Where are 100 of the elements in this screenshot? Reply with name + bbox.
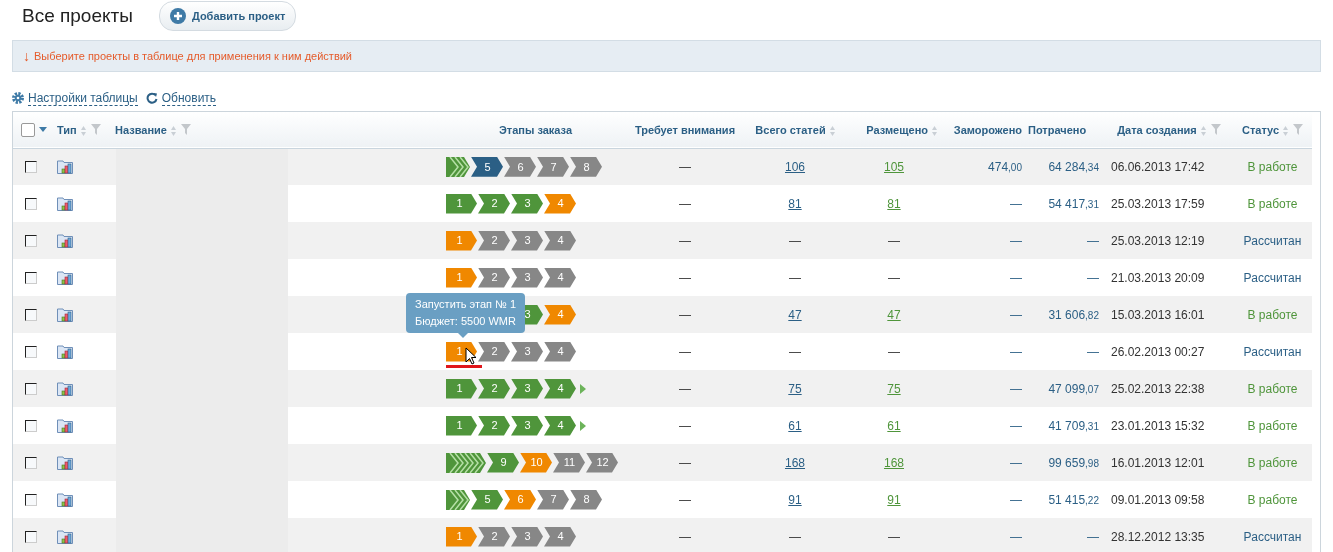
attention-text: — xyxy=(679,344,691,359)
status-text: В работе xyxy=(1247,381,1298,396)
stage-step[interactable]: 1 xyxy=(446,526,477,547)
stage-step[interactable]: 5 xyxy=(470,156,503,177)
stage-step[interactable]: 2 xyxy=(477,341,510,362)
folder-chart-icon xyxy=(57,492,73,507)
stage-step[interactable]: 6 xyxy=(503,489,536,510)
stage-step[interactable]: 3 xyxy=(510,341,543,362)
amount-text: — xyxy=(1010,492,1022,507)
row-checkbox[interactable] xyxy=(25,456,37,469)
add-project-button[interactable]: Добавить проект xyxy=(158,1,297,31)
stage-step[interactable]: 1 xyxy=(446,378,477,399)
column-header[interactable]: Статус xyxy=(1241,123,1280,136)
column-header: Потрачено xyxy=(1028,123,1087,136)
column-header[interactable]: Название xyxy=(115,123,167,136)
row-checkbox[interactable] xyxy=(25,197,37,210)
article-count-link[interactable]: 47 xyxy=(788,307,802,322)
toolbar-link[interactable]: Настройки таблицы xyxy=(28,90,138,106)
amount-text: 64 284,34 xyxy=(1048,159,1099,174)
refresh-icon[interactable] xyxy=(145,92,158,104)
placed-count: — xyxy=(888,270,900,285)
stage-step[interactable]: 2 xyxy=(477,526,510,547)
folder-chart-icon xyxy=(57,455,73,470)
stage-step[interactable]: 10 xyxy=(519,452,552,473)
stage-step[interactable]: 12 xyxy=(585,452,618,473)
stage-step[interactable]: 8 xyxy=(569,489,602,510)
status-text: Рассчитан xyxy=(1243,233,1302,248)
placed-count-link[interactable]: 91 xyxy=(887,492,901,507)
stage-step[interactable]: 3 xyxy=(510,526,543,547)
column-header[interactable]: Тип xyxy=(57,123,77,136)
row-checkbox[interactable] xyxy=(25,345,37,358)
stage-step[interactable]: 7 xyxy=(536,156,569,177)
stage-step[interactable]: 4 xyxy=(543,304,576,325)
settings-icon[interactable] xyxy=(12,92,24,104)
stage-step[interactable]: 7 xyxy=(536,489,569,510)
row-checkbox[interactable] xyxy=(25,308,37,321)
placed-count-link[interactable]: 105 xyxy=(884,159,904,174)
article-count-link[interactable]: 91 xyxy=(788,492,802,507)
article-count: — xyxy=(789,344,801,359)
stage-step[interactable]: 4 xyxy=(543,378,576,399)
stage-step[interactable]: 3 xyxy=(510,378,543,399)
collapsed-stages-icon[interactable] xyxy=(446,156,470,177)
attention-text: — xyxy=(679,418,691,433)
stage-step[interactable]: 4 xyxy=(543,341,576,362)
toolbar-link[interactable]: Обновить xyxy=(161,90,217,106)
row-checkbox[interactable] xyxy=(25,160,37,173)
stage-step[interactable]: 4 xyxy=(543,230,576,251)
row-checkbox[interactable] xyxy=(25,419,37,432)
row-checkbox[interactable] xyxy=(25,382,37,395)
next-arrow-icon[interactable] xyxy=(580,420,586,431)
placed-count-link[interactable]: 168 xyxy=(884,455,904,470)
date-text: 23.01.2013 15:32 xyxy=(1111,418,1205,433)
stage-step[interactable]: 2 xyxy=(477,230,510,251)
stage-step[interactable]: 3 xyxy=(510,193,543,214)
placed-count-link[interactable]: 61 xyxy=(887,418,901,433)
folder-chart-icon xyxy=(57,381,73,396)
stage-step[interactable]: 3 xyxy=(510,267,543,288)
placed-count-link[interactable]: 47 xyxy=(887,307,901,322)
row-checkbox[interactable] xyxy=(25,493,37,506)
cursor-icon xyxy=(465,346,477,365)
stage-step[interactable]: 6 xyxy=(503,156,536,177)
stage-step[interactable]: 2 xyxy=(477,415,510,436)
stage-step[interactable]: 9 xyxy=(486,452,519,473)
article-count-link[interactable]: 106 xyxy=(785,159,805,174)
stage-step[interactable]: 1 xyxy=(446,230,477,251)
stage-step[interactable]: 4 xyxy=(543,415,576,436)
select-all-checkbox[interactable] xyxy=(21,122,35,137)
article-count-link[interactable]: 168 xyxy=(785,455,805,470)
stage-step[interactable]: 4 xyxy=(543,526,576,547)
row-checkbox[interactable] xyxy=(25,271,37,284)
stage-step[interactable]: 3 xyxy=(510,230,543,251)
stage-step[interactable]: 5 xyxy=(470,489,503,510)
article-count-link[interactable]: 75 xyxy=(788,381,802,396)
column-header[interactable]: Всего статей xyxy=(755,123,826,136)
stage-step[interactable]: 2 xyxy=(477,267,510,288)
amount-text: 474,00 xyxy=(988,159,1022,174)
stage-step[interactable]: 3 xyxy=(510,415,543,436)
caret-icon[interactable] xyxy=(39,127,47,133)
row-checkbox[interactable] xyxy=(25,234,37,247)
stage-step[interactable]: 1 xyxy=(446,415,477,436)
placed-count-link[interactable]: 81 xyxy=(887,196,901,211)
stage-step[interactable]: 4 xyxy=(543,267,576,288)
column-header[interactable]: Размещено xyxy=(866,123,928,136)
stage-step[interactable]: 8 xyxy=(569,156,602,177)
date-text: 25.03.2013 12:19 xyxy=(1111,233,1205,248)
stage-step[interactable]: 4 xyxy=(543,193,576,214)
stage-step[interactable]: 2 xyxy=(477,193,510,214)
article-count-link[interactable]: 61 xyxy=(788,418,802,433)
collapsed-stages-icon[interactable] xyxy=(446,452,486,473)
down-arrow-icon: ↓ xyxy=(23,45,30,67)
next-arrow-icon[interactable] xyxy=(580,383,586,394)
row-checkbox[interactable] xyxy=(25,530,37,543)
stage-step[interactable]: 2 xyxy=(477,378,510,399)
stage-step[interactable]: 11 xyxy=(552,452,585,473)
placed-count-link[interactable]: 75 xyxy=(887,381,901,396)
column-header[interactable]: Дата создания xyxy=(1117,123,1197,136)
collapsed-stages-icon[interactable] xyxy=(446,489,470,510)
stage-step[interactable]: 1 xyxy=(446,193,477,214)
stage-step[interactable]: 1 xyxy=(446,267,477,288)
article-count-link[interactable]: 81 xyxy=(788,196,802,211)
